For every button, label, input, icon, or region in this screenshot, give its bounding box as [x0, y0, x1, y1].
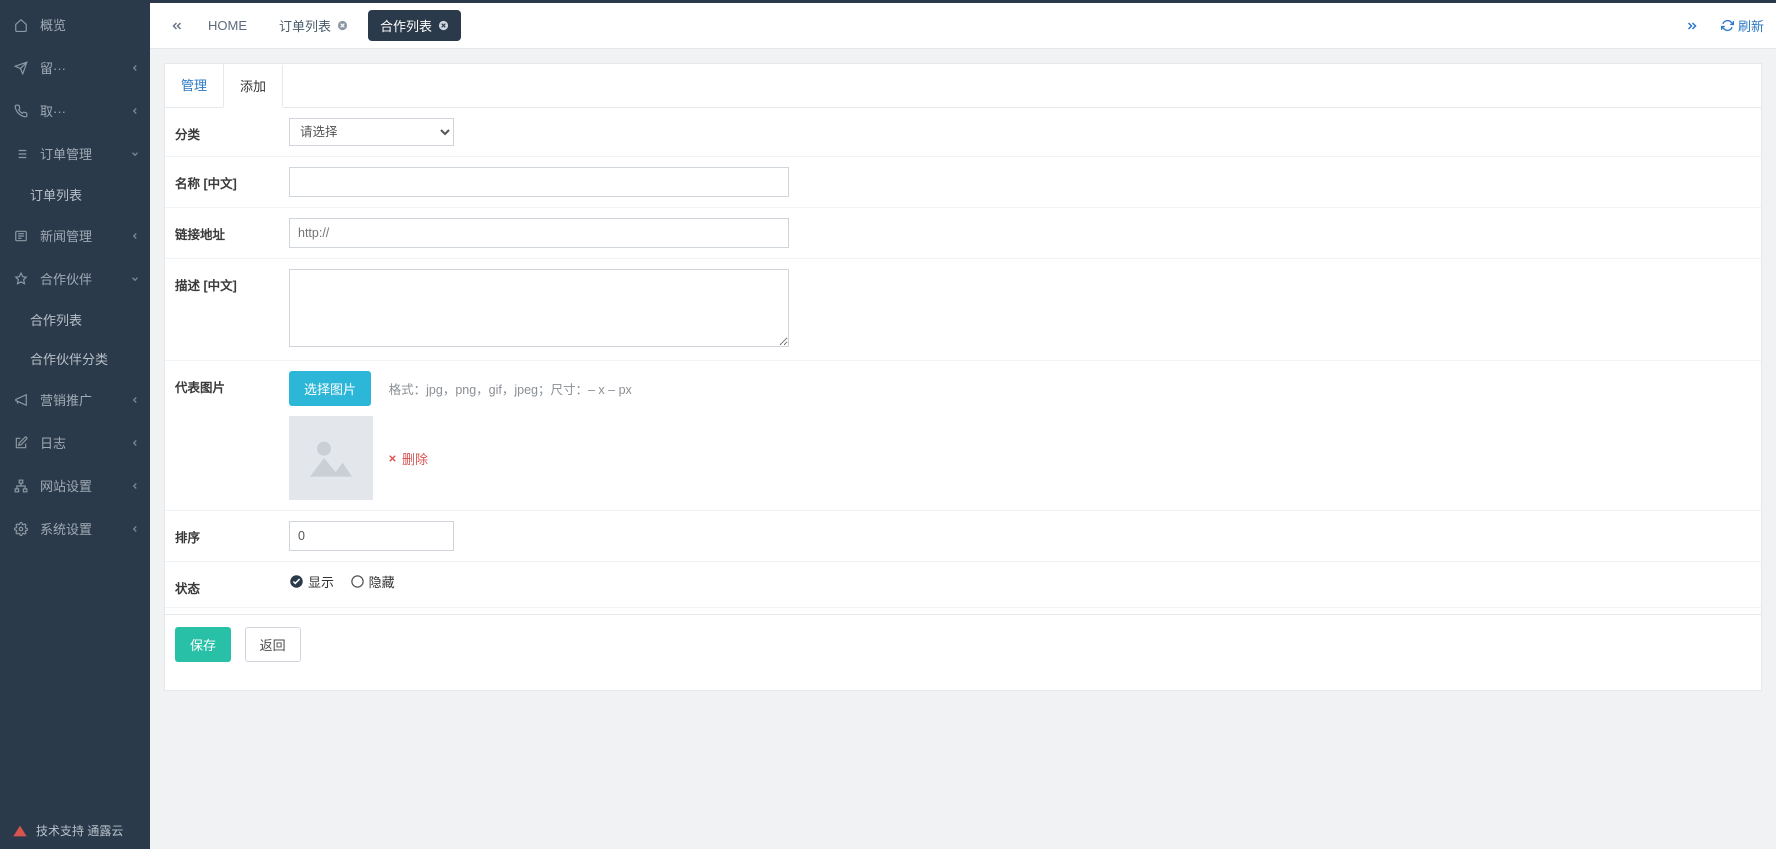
sort-input[interactable]: [289, 521, 454, 551]
sidebar: 概览 留··· 取··· 订单管理 订单列表 新闻管理 合作伙伴 合作列表: [0, 3, 150, 849]
tab-partner-list[interactable]: 合作列表: [368, 10, 461, 41]
tab-manage[interactable]: 管理: [165, 64, 224, 107]
status-label: 状态: [165, 572, 289, 597]
news-icon: [14, 229, 32, 243]
sidebar-label: 概览: [40, 15, 66, 34]
link-label: 链接地址: [165, 218, 289, 243]
chevron-down-icon: [130, 274, 140, 284]
save-button[interactable]: 保存: [175, 627, 231, 662]
image-hint: 格式：jpg，png，gif，jpeg；尺寸：– x – px: [389, 383, 632, 397]
sidebar-item-partner[interactable]: 合作伙伴: [0, 257, 150, 300]
desc-textarea[interactable]: [289, 269, 789, 347]
expand-right-icon[interactable]: [1677, 14, 1707, 38]
form-panel: 管理 添加 分类 请选择 名称 [中文]: [164, 63, 1762, 691]
topbar: HOME 订单列表 合作列表 刷新: [150, 3, 1776, 49]
chevron-left-icon: [130, 106, 140, 116]
sidebar-sub-partner-cat[interactable]: 合作伙伴分类: [0, 339, 150, 378]
sidebar-footer: 技术支持 通露云: [0, 812, 150, 849]
chevron-left-icon: [130, 524, 140, 534]
status-hide-radio[interactable]: 隐藏: [350, 572, 395, 591]
sidebar-item-orders[interactable]: 订单管理: [0, 132, 150, 175]
sidebar-item-sys-setting[interactable]: 系统设置: [0, 507, 150, 550]
close-icon: [387, 453, 398, 464]
edit-icon: [14, 436, 32, 450]
tab-add[interactable]: 添加: [223, 65, 283, 108]
image-placeholder-icon: [303, 430, 359, 486]
chevron-left-icon: [130, 395, 140, 405]
refresh-button[interactable]: 刷新: [1721, 16, 1764, 35]
phone-icon: [14, 104, 32, 118]
sidebar-label: 取···: [40, 101, 66, 120]
sidebar-item-contact[interactable]: 取···: [0, 89, 150, 132]
image-thumbnail: [289, 416, 373, 500]
tab-order-list[interactable]: 订单列表: [267, 10, 360, 41]
content: 管理 添加 分类 请选择 名称 [中文]: [150, 49, 1776, 705]
sidebar-label: 留···: [40, 58, 66, 77]
name-input[interactable]: [289, 167, 789, 197]
sitemap-icon: [14, 479, 32, 493]
sidebar-item-log[interactable]: 日志: [0, 421, 150, 464]
desc-label: 描述 [中文]: [165, 269, 289, 294]
sidebar-label: 合作伙伴: [40, 269, 92, 288]
status-show-radio[interactable]: 显示: [289, 572, 334, 591]
chevron-left-icon: [130, 63, 140, 73]
bullhorn-icon: [14, 393, 32, 407]
sidebar-item-news[interactable]: 新闻管理: [0, 214, 150, 257]
sidebar-label: 营销推广: [40, 390, 92, 409]
category-label: 分类: [165, 118, 289, 143]
footer-text: 技术支持 通露云: [36, 822, 123, 839]
sort-label: 排序: [165, 521, 289, 546]
sidebar-item-site-setting[interactable]: 网站设置: [0, 464, 150, 507]
category-select[interactable]: 请选择: [289, 118, 454, 146]
delete-image-button[interactable]: 删除: [387, 449, 428, 468]
send-icon: [14, 61, 32, 75]
logo-icon: [12, 824, 28, 838]
radio-checked-icon: [289, 574, 304, 589]
close-icon[interactable]: [337, 20, 348, 31]
sidebar-label: 系统设置: [40, 519, 92, 538]
chevron-left-icon: [130, 438, 140, 448]
sidebar-label: 订单管理: [40, 144, 92, 163]
form: 分类 请选择 名称 [中文] 链接地址: [165, 108, 1761, 690]
list-icon: [14, 147, 32, 161]
link-input[interactable]: [289, 218, 789, 248]
chevron-left-icon: [130, 231, 140, 241]
sidebar-item-overview[interactable]: 概览: [0, 3, 150, 46]
chevron-down-icon: [130, 149, 140, 159]
name-label: 名称 [中文]: [165, 167, 289, 192]
sidebar-label: 新闻管理: [40, 226, 92, 245]
main: HOME 订单列表 合作列表 刷新 管理 添加: [150, 3, 1776, 849]
sidebar-label: 网站设置: [40, 476, 92, 495]
refresh-icon: [1721, 19, 1734, 32]
radio-unchecked-icon: [350, 574, 365, 589]
sidebar-label: 日志: [40, 433, 66, 452]
sidebar-item-message[interactable]: 留···: [0, 46, 150, 89]
gear-icon: [14, 522, 32, 536]
sidebar-sub-order-list[interactable]: 订单列表: [0, 175, 150, 214]
home-icon: [14, 18, 32, 32]
select-image-button[interactable]: 选择图片: [289, 371, 371, 406]
tab-home[interactable]: HOME: [196, 12, 259, 39]
sidebar-sub-partner-list[interactable]: 合作列表: [0, 300, 150, 339]
chevron-left-icon: [130, 481, 140, 491]
close-icon[interactable]: [438, 20, 449, 31]
collapse-left-icon[interactable]: [162, 14, 192, 38]
sub-tabs: 管理 添加: [165, 64, 1761, 108]
handshake-icon: [14, 272, 32, 286]
sidebar-item-marketing[interactable]: 营销推广: [0, 378, 150, 421]
image-label: 代表图片: [165, 371, 289, 396]
back-button[interactable]: 返回: [245, 627, 301, 662]
